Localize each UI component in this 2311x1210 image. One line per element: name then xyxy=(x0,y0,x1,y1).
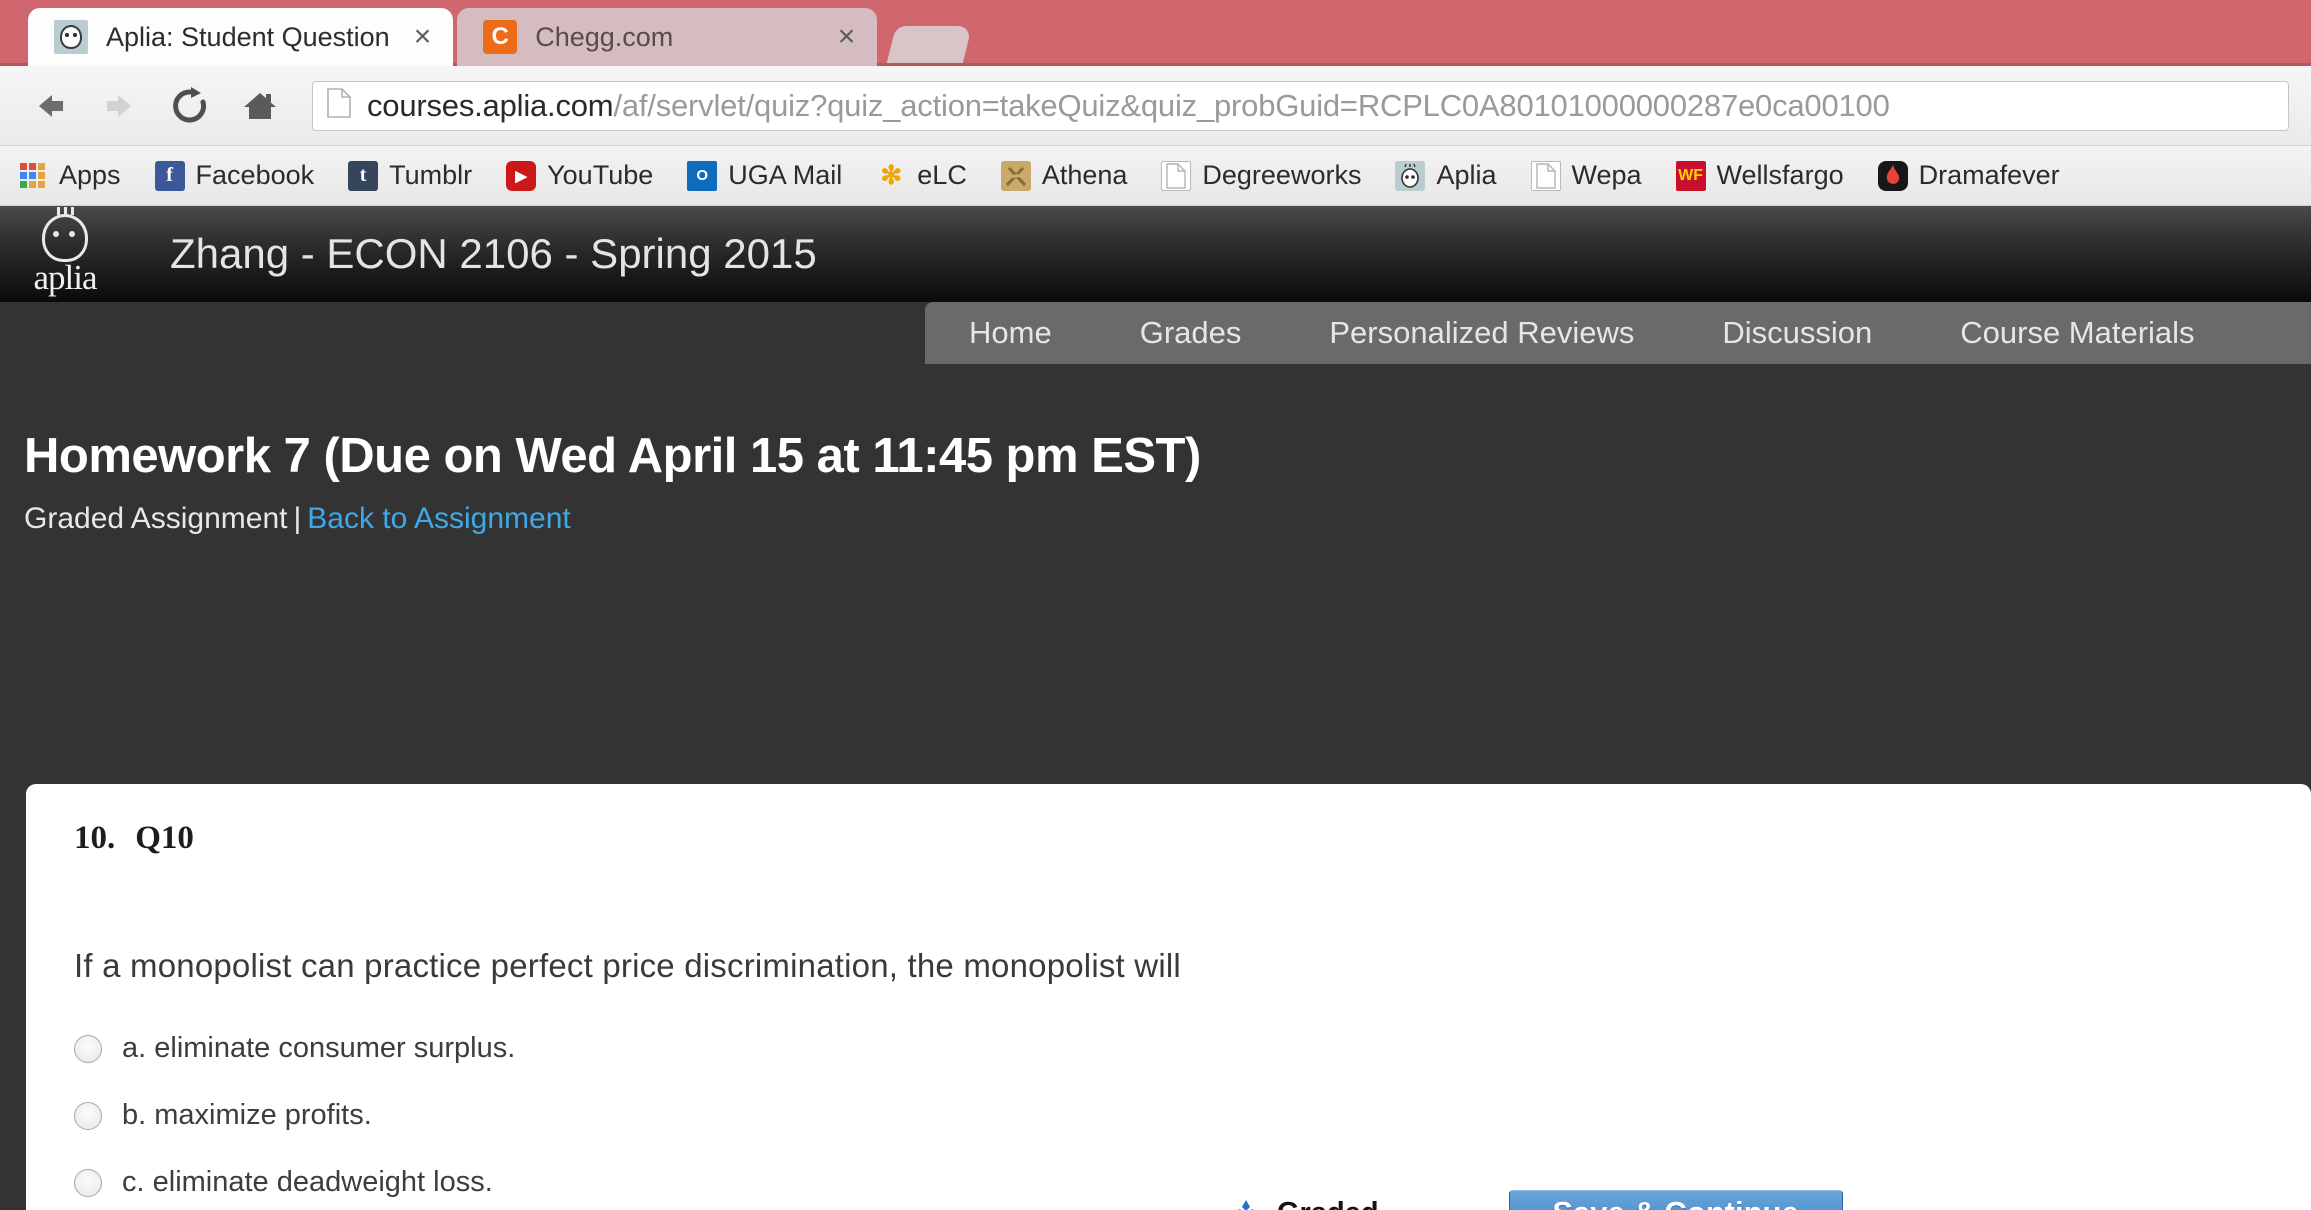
bookmark-label: Facebook xyxy=(195,160,315,190)
wellsfargo-icon: WF xyxy=(1675,160,1706,191)
graded-indicator: Graded xyxy=(1231,1197,1379,1210)
option-body: eliminate consumer surplus. xyxy=(154,1032,516,1064)
page-title: Homework 7 (Due on Wed April 15 at 11:45… xyxy=(24,429,1201,483)
chegg-icon: C xyxy=(483,20,518,54)
url-path: /af/servlet/quiz?quiz_action=takeQuiz&qu… xyxy=(613,87,1890,123)
apps-grid-icon xyxy=(18,161,48,191)
bookmark-aplia[interactable]: Aplia xyxy=(1395,160,1497,191)
document-icon xyxy=(1530,160,1561,191)
bookmark-youtube[interactable]: ▶ YouTube xyxy=(506,160,653,191)
aplia-owl-icon xyxy=(1395,160,1426,191)
bookmark-label: Degreeworks xyxy=(1202,160,1362,190)
bookmark-label: Athena xyxy=(1041,160,1128,190)
question-footer: Graded Save & Continue xyxy=(26,1190,2311,1210)
document-icon xyxy=(1161,160,1192,191)
question-prompt: If a monopolist can practice perfect pri… xyxy=(74,947,1181,984)
bookmark-label: UGA Mail xyxy=(728,160,843,190)
option-letter: a. xyxy=(122,1032,147,1064)
bookmark-tumblr[interactable]: t Tumblr xyxy=(348,160,472,191)
home-icon[interactable] xyxy=(232,78,288,134)
radio-button[interactable] xyxy=(74,1034,102,1063)
aplia-logo-text: aplia xyxy=(33,258,97,297)
bookmark-label: Apps xyxy=(59,160,121,190)
bookmark-label: eLC xyxy=(917,160,967,190)
bookmark-label: Wepa xyxy=(1571,160,1642,190)
dramafever-icon xyxy=(1877,160,1908,191)
nav-item-personalized-reviews[interactable]: Personalized Reviews xyxy=(1285,302,1678,364)
address-bar[interactable]: courses.aplia.com/af/servlet/quiz?quiz_a… xyxy=(312,80,2289,131)
tumblr-icon: t xyxy=(348,160,379,191)
option-body: maximize profits. xyxy=(154,1099,372,1131)
answer-option-b[interactable]: b. maximize profits. xyxy=(74,1082,2311,1149)
browser-toolbar: courses.aplia.com/af/servlet/quiz?quiz_a… xyxy=(0,66,2311,146)
radio-button[interactable] xyxy=(74,1101,102,1130)
bookmarks-bar: Apps f Facebook t Tumblr ▶ YouTube O UGA… xyxy=(0,146,2311,206)
nav-item-grades[interactable]: Grades xyxy=(1096,302,1286,364)
forward-arrow-icon xyxy=(92,78,148,134)
close-icon[interactable]: × xyxy=(414,22,432,52)
page-document-icon xyxy=(327,88,351,123)
aplia-owl-icon xyxy=(42,207,88,262)
athena-icon xyxy=(1000,160,1031,191)
bookmark-elc[interactable]: ✻ eLC xyxy=(876,160,967,191)
bookmark-uga-mail[interactable]: O UGA Mail xyxy=(687,160,842,191)
aplia-header: aplia Zhang - ECON 2106 - Spring 2015 xyxy=(0,206,2311,302)
reload-icon[interactable] xyxy=(162,78,218,134)
question-card: 10. Q10 If a monopolist can practice perf… xyxy=(26,784,2311,1210)
bookmark-label: Dramafever xyxy=(1918,160,2060,190)
answer-option-a[interactable]: a. eliminate consumer surplus. xyxy=(74,1015,2311,1082)
browser-window: Aplia: Student Question × C Chegg.com × xyxy=(0,0,2311,1210)
nav-spacer xyxy=(0,302,925,364)
bookmark-facebook[interactable]: f Facebook xyxy=(154,160,315,191)
option-text: a. eliminate consumer surplus. xyxy=(122,1032,515,1065)
outlook-icon: O xyxy=(687,160,718,191)
aplia-logo[interactable]: aplia xyxy=(0,206,130,302)
answer-options: a. eliminate consumer surplus. b. maximi… xyxy=(26,1015,2311,1210)
assignment-header: Homework 7 (Due on Wed April 15 at 11:45… xyxy=(0,364,2311,536)
browser-tab-aplia[interactable]: Aplia: Student Question × xyxy=(28,8,454,66)
assignment-type-label: Graded Assignment xyxy=(24,502,288,535)
browser-tab-chegg[interactable]: C Chegg.com × xyxy=(457,8,878,66)
aplia-page: aplia Zhang - ECON 2106 - Spring 2015 Ho… xyxy=(0,206,2311,1210)
bookmark-label: Aplia xyxy=(1436,160,1497,190)
nav-item-discussion[interactable]: Discussion xyxy=(1678,302,1916,364)
bookmark-apps[interactable]: Apps xyxy=(18,160,121,191)
nav-item-home[interactable]: Home xyxy=(925,302,1096,364)
bookmark-wellsfargo[interactable]: WF Wellsfargo xyxy=(1675,160,1844,191)
graded-label: Graded xyxy=(1277,1197,1379,1210)
option-text: b. maximize profits. xyxy=(122,1099,372,1132)
tab-strip: Aplia: Student Question × C Chegg.com × xyxy=(0,0,2311,66)
tab-title: Aplia: Student Question xyxy=(106,21,390,52)
main-nav: Home Grades Personalized Reviews Discuss… xyxy=(0,302,2311,364)
aplia-owl-icon xyxy=(54,20,88,54)
nav-list: Home Grades Personalized Reviews Discuss… xyxy=(925,302,2311,364)
new-tab-button[interactable] xyxy=(886,26,973,66)
nav-item-course-materials[interactable]: Course Materials xyxy=(1916,302,2238,364)
question-number: 10. xyxy=(74,820,116,856)
bookmark-athena[interactable]: Athena xyxy=(1000,160,1128,191)
bookmark-wepa[interactable]: Wepa xyxy=(1530,160,1642,191)
course-title: Zhang - ECON 2106 - Spring 2015 xyxy=(170,230,817,277)
close-icon[interactable]: × xyxy=(838,22,856,52)
elc-icon: ✻ xyxy=(880,160,903,190)
back-arrow-icon[interactable] xyxy=(22,78,78,134)
bookmark-label: Tumblr xyxy=(389,160,473,190)
bookmark-degreeworks[interactable]: Degreeworks xyxy=(1161,160,1361,191)
bookmark-dramafever[interactable]: Dramafever xyxy=(1877,160,2060,191)
separator: | xyxy=(293,502,302,535)
option-letter: b. xyxy=(122,1099,147,1131)
graded-diamond-icon xyxy=(1231,1198,1261,1210)
bookmark-label: YouTube xyxy=(547,160,654,190)
question-number-row: 10. Q10 xyxy=(26,784,2311,857)
question-label: Q10 xyxy=(135,820,194,856)
tab-title: Chegg.com xyxy=(535,21,674,52)
facebook-icon: f xyxy=(154,160,185,191)
back-to-assignment-link[interactable]: Back to Assignment xyxy=(307,502,570,535)
url-host: courses.aplia.com xyxy=(367,87,614,123)
save-and-continue-button[interactable]: Save & Continue xyxy=(1508,1190,1843,1210)
url-text: courses.aplia.com/af/servlet/quiz?quiz_a… xyxy=(367,88,1890,124)
assignment-subtitle: Graded Assignment | Back to Assignment xyxy=(24,502,2311,536)
bookmark-label: Wellsfargo xyxy=(1716,160,1844,190)
youtube-icon: ▶ xyxy=(506,160,537,191)
